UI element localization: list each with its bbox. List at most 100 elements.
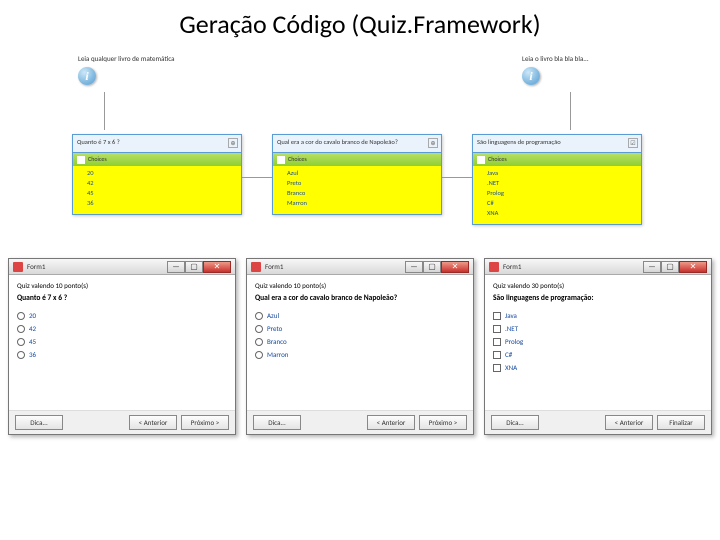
checkbox-icon[interactable]: [493, 364, 501, 372]
choices-header: Choices: [73, 153, 241, 166]
titlebar[interactable]: Form1 — ▢ ✕: [9, 259, 235, 275]
prev-button[interactable]: < Anterior: [605, 415, 653, 430]
window-footer: Dica... < Anterior Finalizar: [485, 410, 711, 434]
option-row[interactable]: Prolog: [493, 335, 703, 348]
choice-item: 45: [77, 188, 237, 198]
option-row[interactable]: Preto: [255, 322, 465, 335]
option-row[interactable]: Java: [493, 309, 703, 322]
option-row[interactable]: Branco: [255, 335, 465, 348]
choice-item: 36: [77, 198, 237, 208]
titlebar[interactable]: Form1 — ▢ ✕: [485, 259, 711, 275]
option-row[interactable]: 20: [17, 309, 227, 322]
connector-line: [442, 177, 472, 178]
radio-icon[interactable]: [255, 312, 263, 320]
option-row[interactable]: .NET: [493, 322, 703, 335]
option-row[interactable]: 45: [17, 335, 227, 348]
expand-icon[interactable]: ⊕: [428, 138, 438, 148]
checkbox-icon[interactable]: ☑: [628, 138, 638, 148]
option-label: XNA: [505, 363, 517, 372]
close-button[interactable]: ✕: [441, 261, 469, 273]
app-icon: [13, 262, 23, 272]
connector-line: [242, 177, 272, 178]
checkbox-icon[interactable]: [493, 338, 501, 346]
option-label: C#: [505, 350, 512, 359]
expand-icon[interactable]: ⊕: [228, 138, 238, 148]
window-footer: Dica... < Anterior Próximo >: [247, 410, 473, 434]
form-window-1: Form1 — ▢ ✕ Quiz valendo 10 ponto(s) Qua…: [8, 258, 236, 435]
maximize-button[interactable]: ▢: [423, 261, 441, 273]
tip-button[interactable]: Dica...: [253, 415, 301, 430]
option-row[interactable]: Marron: [255, 348, 465, 361]
option-row[interactable]: Azul: [255, 309, 465, 322]
choice-item: Java: [477, 168, 637, 178]
window-title: Form1: [265, 262, 405, 271]
forms-row: Form1 — ▢ ✕ Quiz valendo 10 ponto(s) Qua…: [0, 258, 720, 435]
next-button[interactable]: Próximo >: [419, 415, 467, 430]
model-card-1: Quanto é 7 x 6 ? ⊕ Choices 20 42 45 36: [72, 134, 242, 215]
window-body: Quiz valendo 10 ponto(s) Quanto é 7 x 6 …: [9, 275, 235, 410]
form-window-3: Form1 — ▢ ✕ Quiz valendo 30 ponto(s) São…: [484, 258, 712, 435]
prev-button[interactable]: < Anterior: [129, 415, 177, 430]
model-question: São linguagens de programação: [477, 138, 561, 146]
option-label: 36: [29, 350, 36, 359]
option-label: 20: [29, 311, 36, 320]
radio-icon[interactable]: [255, 325, 263, 333]
diagram-area: Leia qualquer livro de matemática i Leia…: [0, 42, 720, 252]
option-row[interactable]: 42: [17, 322, 227, 335]
model-card-3: São linguagens de programação ☑ Choices …: [472, 134, 642, 225]
model-card-header: Qual era a cor do cavalo branco de Napol…: [273, 135, 441, 153]
choices-header: Choices: [473, 153, 641, 166]
choice-item: XNA: [477, 208, 637, 218]
window-body: Quiz valendo 10 ponto(s) Qual era a cor …: [247, 275, 473, 410]
option-label: Java: [505, 311, 517, 320]
minimize-button[interactable]: —: [405, 261, 423, 273]
minimize-button[interactable]: —: [643, 261, 661, 273]
radio-icon[interactable]: [255, 338, 263, 346]
option-label: Preto: [267, 324, 282, 333]
info-text: Leia qualquer livro de matemática: [78, 54, 175, 63]
option-row[interactable]: XNA: [493, 361, 703, 374]
quiz-caption: Quiz valendo 10 ponto(s): [17, 281, 227, 290]
choices-list: 20 42 45 36: [73, 166, 241, 214]
quiz-question: Quanto é 7 x 6 ?: [17, 294, 227, 303]
connector-line: [104, 92, 105, 130]
finish-button[interactable]: Finalizar: [657, 415, 705, 430]
option-label: 45: [29, 337, 36, 346]
quiz-question: Qual era a cor do cavalo branco de Napol…: [255, 294, 465, 303]
close-button[interactable]: ✕: [203, 261, 231, 273]
app-icon: [251, 262, 261, 272]
option-label: Prolog: [505, 337, 523, 346]
option-row[interactable]: C#: [493, 348, 703, 361]
maximize-button[interactable]: ▢: [661, 261, 679, 273]
radio-icon[interactable]: [17, 312, 25, 320]
information-icon: i: [78, 67, 96, 85]
info-block-2: Leia o livro bla bla bla... i: [522, 54, 589, 85]
titlebar[interactable]: Form1 — ▢ ✕: [247, 259, 473, 275]
choices-list: Java .NET Prolog C# XNA: [473, 166, 641, 224]
radio-icon[interactable]: [255, 351, 263, 359]
checkbox-icon[interactable]: [493, 312, 501, 320]
next-button[interactable]: Próximo >: [181, 415, 229, 430]
window-footer: Dica... < Anterior Próximo >: [9, 410, 235, 434]
model-card-header: São linguagens de programação ☑: [473, 135, 641, 153]
tip-button[interactable]: Dica...: [15, 415, 63, 430]
option-label: Azul: [267, 311, 279, 320]
choice-item: .NET: [477, 178, 637, 188]
radio-icon[interactable]: [17, 325, 25, 333]
choice-item: Marron: [277, 198, 437, 208]
checkbox-icon[interactable]: [493, 325, 501, 333]
minimize-button[interactable]: —: [167, 261, 185, 273]
close-button[interactable]: ✕: [679, 261, 707, 273]
tip-button[interactable]: Dica...: [491, 415, 539, 430]
choice-item: Branco: [277, 188, 437, 198]
radio-icon[interactable]: [17, 351, 25, 359]
checkbox-icon[interactable]: [493, 351, 501, 359]
option-row[interactable]: 36: [17, 348, 227, 361]
maximize-button[interactable]: ▢: [185, 261, 203, 273]
slide-title: Geração Código (Quiz.Framework): [0, 0, 720, 42]
option-label: Branco: [267, 337, 287, 346]
prev-button[interactable]: < Anterior: [367, 415, 415, 430]
radio-icon[interactable]: [17, 338, 25, 346]
model-question: Quanto é 7 x 6 ?: [77, 138, 120, 146]
info-text: Leia o livro bla bla bla...: [522, 54, 589, 63]
